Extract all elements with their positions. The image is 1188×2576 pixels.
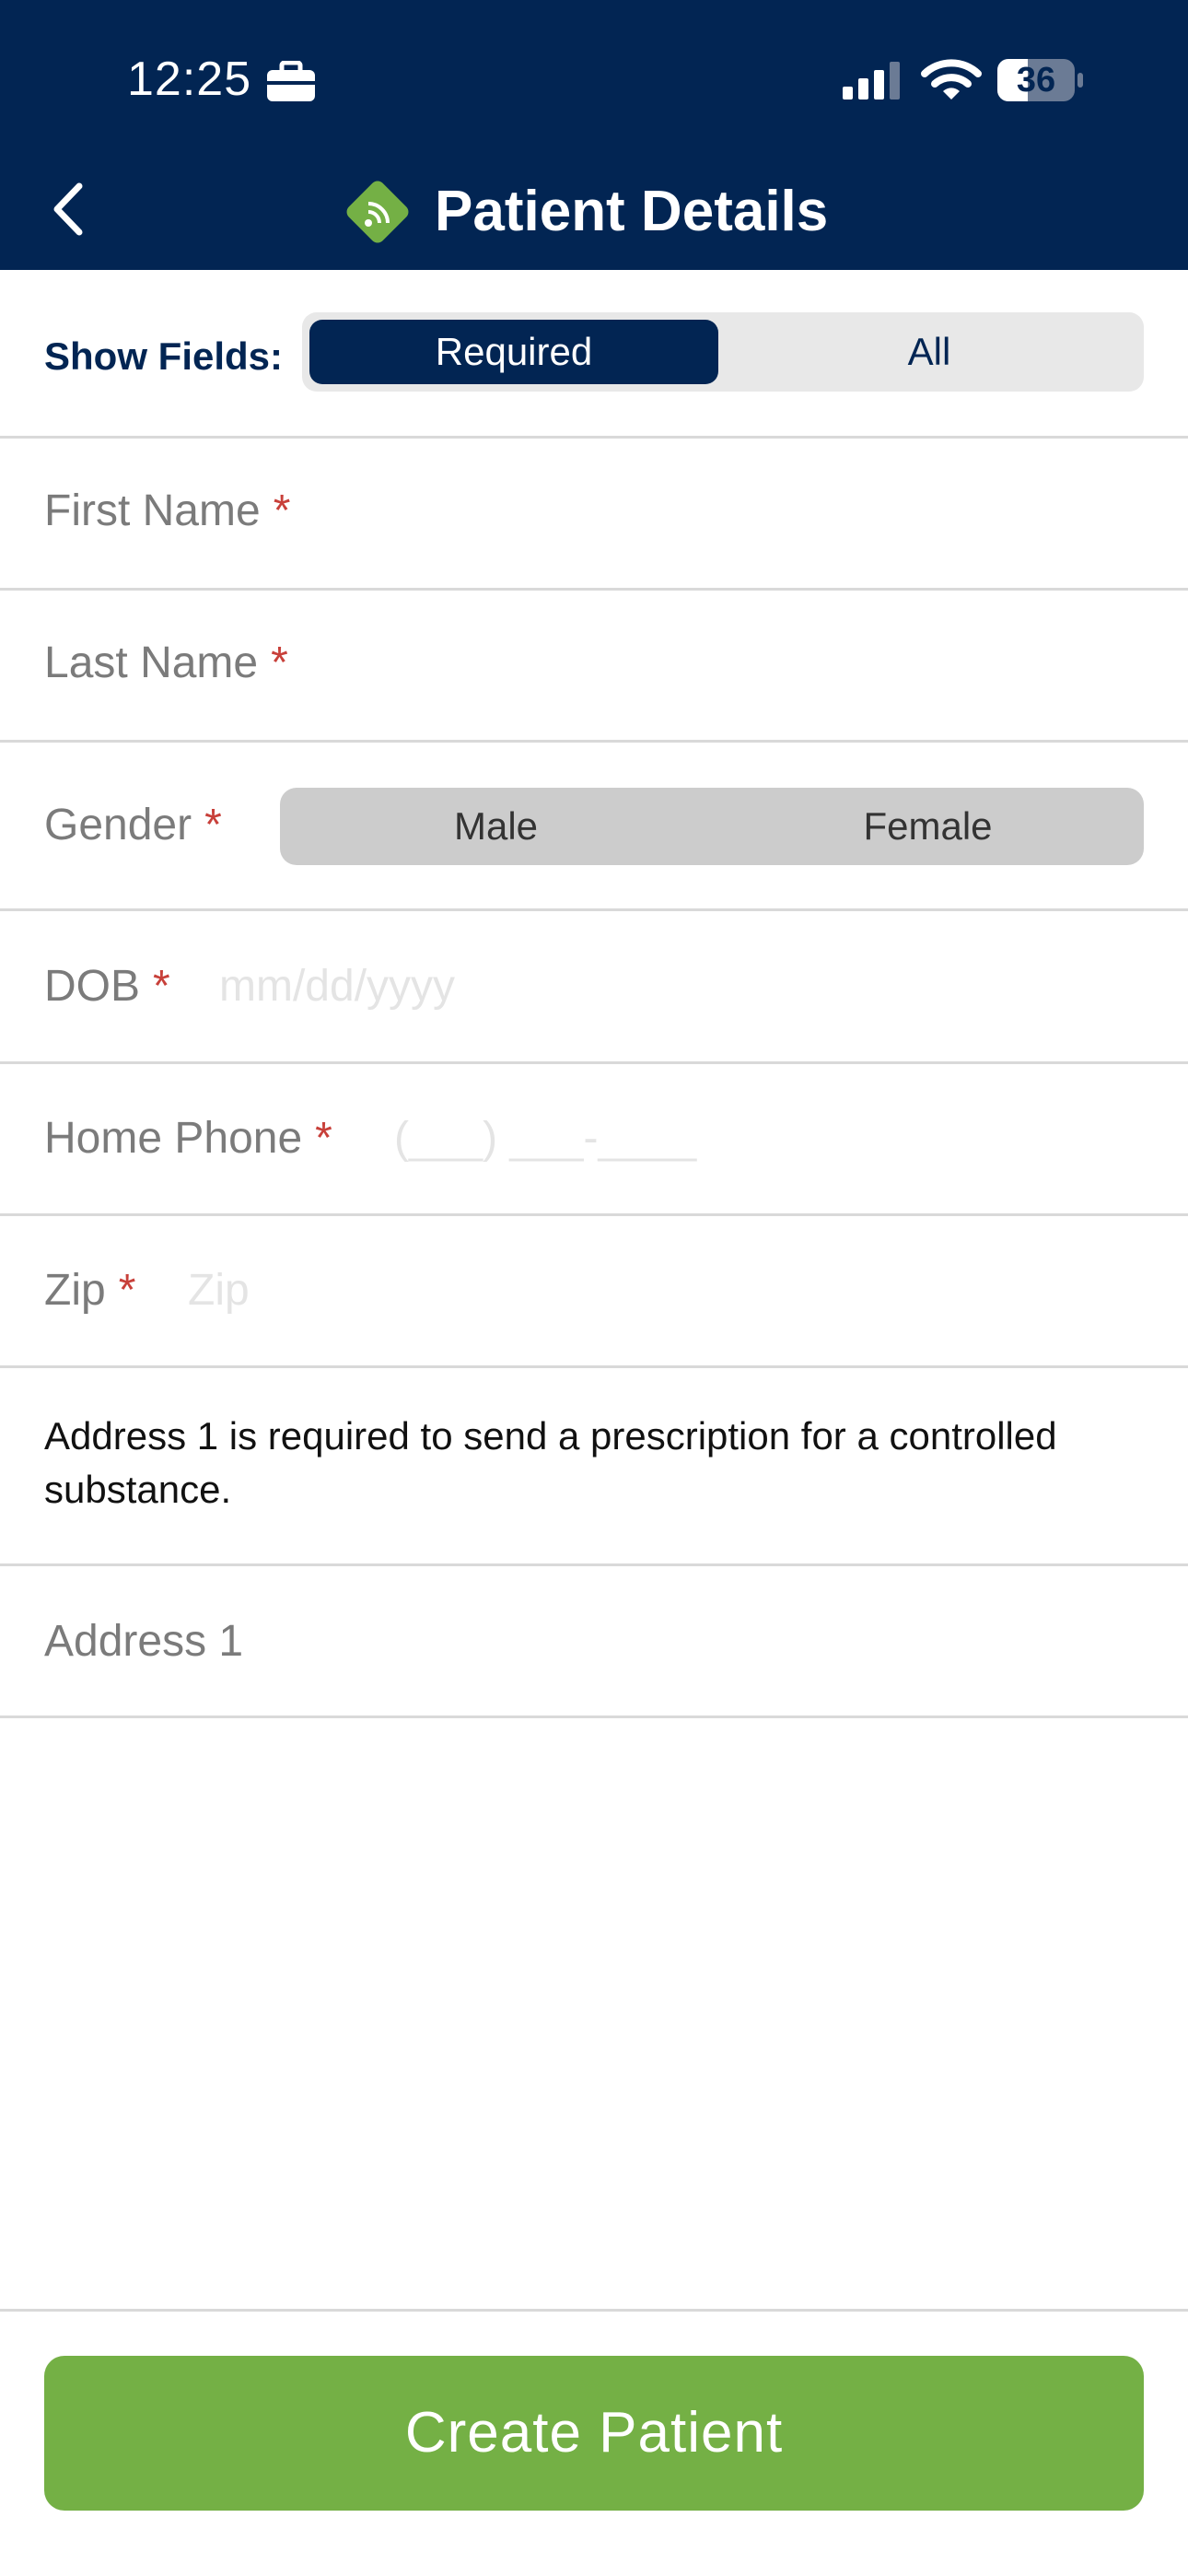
divider — [0, 588, 1188, 591]
chevron-left-icon[interactable] — [46, 177, 92, 241]
address1-field[interactable]: Address 1 — [44, 1616, 243, 1667]
app-logo-icon — [346, 181, 409, 243]
required-mark: * — [315, 1114, 332, 1163]
app-header: 12:25 36 Patient Details — [0, 0, 1188, 270]
male-option[interactable]: Male — [280, 788, 712, 865]
all-option[interactable]: All — [722, 320, 1136, 384]
divider — [0, 1715, 1188, 1718]
required-mark: * — [273, 486, 291, 535]
show-fields-row: Show Fields: Required All — [0, 270, 1188, 436]
home-phone-label: Home Phone * — [44, 1114, 332, 1163]
required-mark: * — [271, 638, 288, 687]
footer-divider — [0, 2309, 1188, 2312]
gender-label: Gender * — [44, 801, 222, 849]
divider — [0, 1365, 1188, 1368]
dob-label: DOB * — [44, 962, 170, 1011]
female-option[interactable]: Female — [712, 788, 1144, 865]
zip-input[interactable]: Zip — [188, 1265, 250, 1316]
divider — [0, 740, 1188, 743]
required-option[interactable]: Required — [309, 320, 718, 384]
required-mark: * — [153, 962, 170, 1011]
home-phone-input[interactable]: (___) ___-____ — [394, 1113, 696, 1164]
cellular-signal-icon — [843, 62, 900, 100]
zip-label: Zip * — [44, 1266, 136, 1315]
address-requirement-note: Address 1 is required to send a prescrip… — [44, 1414, 1057, 1511]
battery-level: 36 — [1016, 61, 1056, 100]
show-fields-toggle: Required All — [302, 312, 1144, 392]
required-mark: * — [118, 1266, 136, 1315]
divider — [0, 1213, 1188, 1216]
divider — [0, 1563, 1188, 1566]
status-time: 12:25 — [127, 53, 252, 106]
divider — [0, 436, 1188, 439]
first-name-label: First Name * — [44, 486, 291, 535]
dob-input[interactable]: mm/dd/yyyy — [219, 961, 455, 1012]
create-patient-button[interactable]: Create Patient — [44, 2356, 1144, 2511]
wifi-icon — [921, 59, 982, 100]
divider — [0, 908, 1188, 911]
page-title: Patient Details — [435, 180, 829, 243]
divider — [0, 1061, 1188, 1064]
show-fields-label: Show Fields: — [44, 334, 284, 378]
briefcase-icon — [267, 61, 315, 101]
required-mark: * — [204, 801, 222, 849]
last-name-label: Last Name * — [44, 638, 288, 687]
gender-toggle: Male Female — [280, 788, 1144, 865]
